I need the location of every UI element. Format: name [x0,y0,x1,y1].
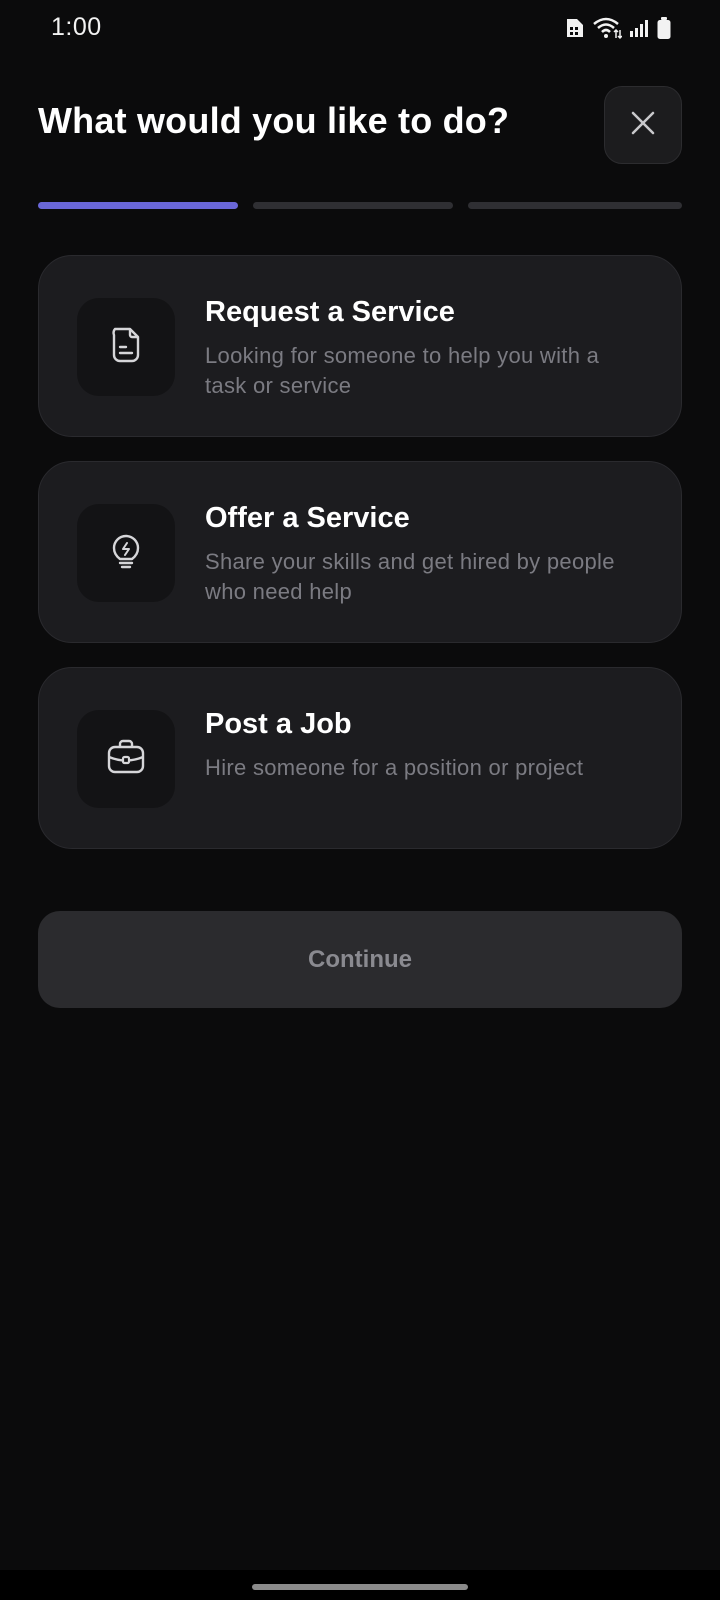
option-description: Looking for someone to help you with a t… [205,343,600,398]
option-icon-box [77,504,175,602]
option-offer-service[interactable]: Offer a Service Share your skills and ge… [38,461,682,643]
sim-icon [564,17,586,39]
option-request-service[interactable]: Request a Service Looking for someone to… [38,255,682,437]
continue-label: Continue [308,945,412,973]
battery-icon [656,16,672,40]
option-icon-box [77,298,175,396]
step-progress [38,202,682,210]
option-title: Request a Service [205,296,455,328]
option-post-job[interactable]: Post a Job Hire someone for a position o… [38,667,682,849]
document-icon [106,325,146,370]
option-title: Offer a Service [205,502,410,534]
page-title: What would you like to do? [38,100,510,141]
option-icon-box [77,710,175,808]
progress-step-2 [253,202,453,209]
option-description: Share your skills and get hired by peopl… [205,549,615,604]
gesture-handle[interactable] [252,1584,468,1590]
progress-step-3 [468,202,682,209]
close-button[interactable] [604,86,682,164]
status-time: 1:00 [51,13,102,41]
signal-icon [628,17,650,39]
progress-step-1-active [38,202,238,209]
close-icon [630,110,656,141]
briefcase-icon [105,737,147,782]
status-bar: 1:00 [0,0,720,56]
screen: 1:00 What would you like to do? Request … [0,0,720,1600]
option-title: Post a Job [205,708,352,740]
continue-button[interactable]: Continue [38,911,682,1008]
wifi-icon [592,16,622,40]
status-icons [564,16,672,40]
lightbulb-icon [106,531,146,576]
option-description: Hire someone for a position or project [205,755,584,780]
